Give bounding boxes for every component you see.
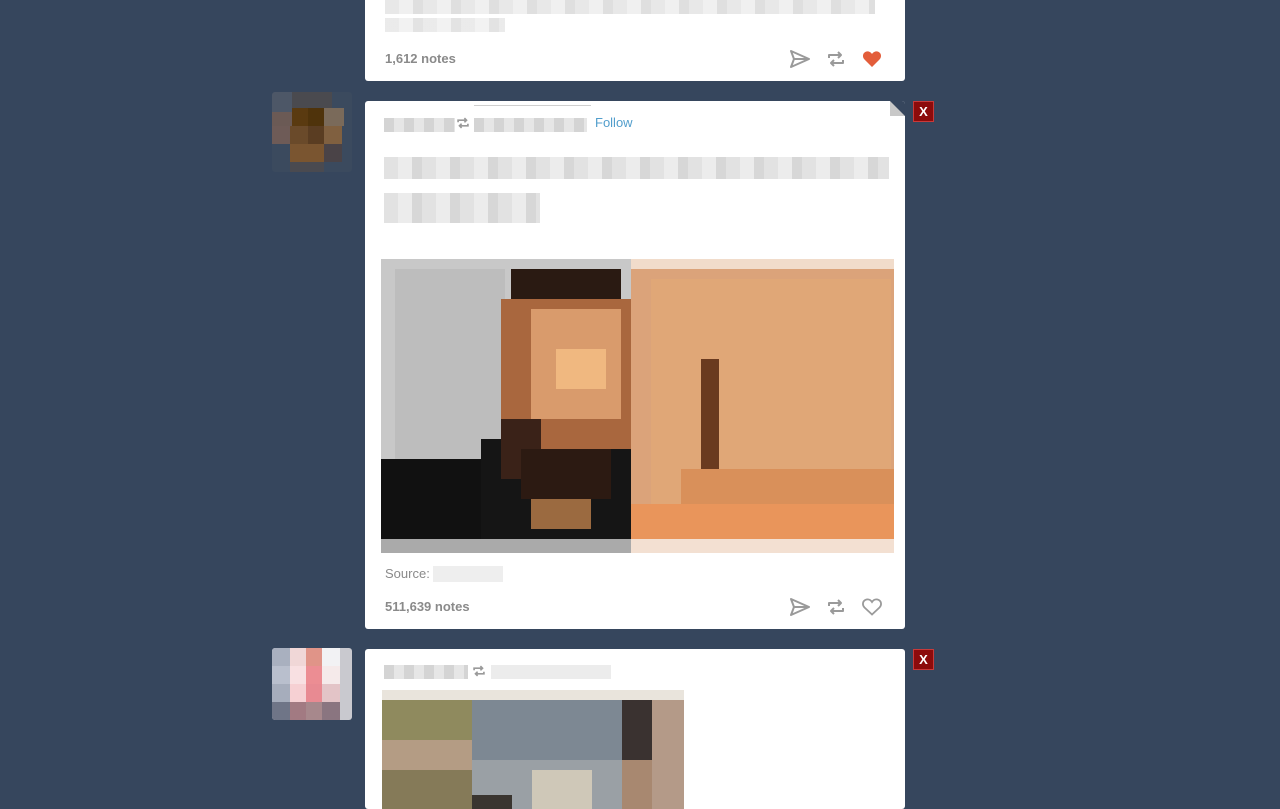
reblog-button[interactable] [825,596,847,618]
post-corner-fold [890,101,905,116]
reblog-icon [828,51,844,67]
reblog-button[interactable] [825,48,847,70]
post-card-3 [365,649,905,809]
post-text-blurred [384,193,540,223]
heart-icon [862,598,882,616]
photo-image [381,259,894,553]
post-card-2: Follow Source: 511,639 notes [365,101,905,629]
avatar-image [272,648,352,720]
blog-name-blurred[interactable] [384,665,468,679]
post-card-1: 1,612 notes [365,0,905,81]
reblog-icon [828,599,844,615]
close-button[interactable]: X [913,649,934,670]
reblogged-from-blurred[interactable] [491,665,611,679]
share-button[interactable] [789,596,811,618]
like-button[interactable] [861,48,883,70]
blog-name-blurred[interactable] [384,118,455,132]
post-photo[interactable] [382,690,684,809]
notes-count[interactable]: 1,612 notes [385,51,456,66]
close-button[interactable]: X [913,101,934,122]
post-actions [789,48,883,70]
post-text-blurred [385,18,505,32]
avatar-image [272,92,352,172]
like-button[interactable] [861,596,883,618]
post-text-blurred [385,0,875,14]
avatar[interactable] [272,92,352,172]
reblog-icon [473,665,485,677]
reblog-icon [457,117,469,129]
follow-link[interactable]: Follow [595,115,633,130]
post-actions [789,596,883,618]
paper-plane-icon [790,50,810,68]
notes-count[interactable]: 511,639 notes [385,599,470,614]
heart-icon [862,51,882,67]
avatar[interactable] [272,648,352,720]
photo-image [382,690,684,809]
divider [474,105,591,106]
source-label: Source: [385,566,430,581]
share-button[interactable] [789,48,811,70]
post-text-blurred [384,157,889,179]
post-photo[interactable] [381,259,894,553]
reblogged-from-blurred[interactable] [474,118,587,132]
source-link-blurred[interactable] [433,566,503,582]
paper-plane-icon [790,598,810,616]
